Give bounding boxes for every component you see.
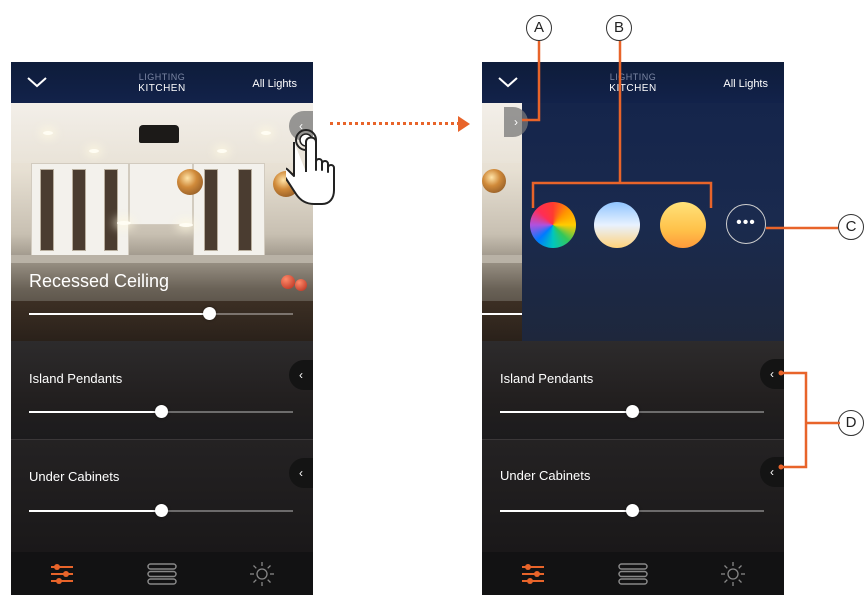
callout-D-leader [778, 370, 840, 470]
transition-arrow-head [458, 116, 470, 132]
slider-island-pendants[interactable] [29, 405, 293, 418]
zone-label-island-pendants: Island Pendants [500, 371, 594, 386]
tab-bar [11, 552, 313, 595]
callout-A: A [526, 15, 552, 41]
zone-label-island-pendants: Island Pendants [29, 371, 123, 386]
sliders-icon[interactable] [49, 561, 75, 587]
slider-handle[interactable] [626, 504, 639, 517]
callout-B-leader [531, 41, 713, 208]
slider-recessed-ceiling-peek[interactable] [482, 313, 522, 315]
downlight [217, 149, 227, 153]
slider-fill [29, 411, 161, 413]
under-cabinet-light [179, 223, 193, 227]
slider-fill [500, 411, 632, 413]
expand-zone-tab[interactable]: ‹ [289, 360, 313, 390]
zone-panel-under-cabinets: Under Cabinets [482, 440, 784, 552]
fruit [281, 275, 295, 289]
downlight [89, 149, 99, 153]
lower-cabinets [482, 301, 522, 341]
slider-handle[interactable] [155, 405, 168, 418]
all-lights-link[interactable]: All Lights [252, 78, 297, 90]
slider-fill [29, 510, 161, 512]
upper-cabinet [31, 163, 129, 257]
slider-handle[interactable] [155, 504, 168, 517]
slider-fill [482, 313, 522, 315]
expand-zone-tab[interactable]: ‹ [289, 458, 313, 488]
upper-cabinet [193, 163, 265, 257]
transition-arrow-line [330, 122, 460, 125]
callout-C-leader [766, 226, 838, 230]
callout-B: B [606, 15, 632, 41]
slider-fill [29, 313, 209, 315]
header-bar: LIGHTING KITCHEN All Lights [11, 62, 313, 103]
zone-label-recessed-ceiling: Recessed Ceiling [29, 271, 170, 291]
zone-panel-island-pendants: Island Pendants [482, 341, 784, 439]
sun-icon[interactable] [249, 561, 275, 587]
slider-under-cabinets[interactable] [29, 504, 293, 517]
lower-cabinets [11, 301, 313, 341]
tab-bar [482, 552, 784, 595]
under-cabinet-light [117, 221, 131, 225]
slider-under-cabinets[interactable] [500, 504, 764, 517]
downlight [43, 131, 53, 135]
slider-recessed-ceiling[interactable] [29, 307, 293, 320]
countertop [11, 255, 313, 263]
fruit [295, 279, 307, 291]
slider-island-pendants[interactable] [500, 405, 764, 418]
more-options-button[interactable]: ••• [726, 204, 766, 244]
ceiling-pendant-fixture [139, 125, 179, 143]
pendant-globe [482, 169, 506, 193]
room-photo-peek [482, 103, 522, 341]
callout-C: C [838, 214, 864, 240]
slider-fill [500, 510, 632, 512]
slider-handle[interactable] [202, 307, 216, 320]
downlight [261, 131, 271, 135]
zone-label-under-cabinets: Under Cabinets [29, 469, 120, 484]
room-photo: Recessed Ceiling [11, 103, 313, 341]
all-lights-link[interactable]: All Lights [723, 78, 768, 90]
zone-panel-island-pendants: Island Pendants [11, 341, 313, 439]
phone-screen-left: LIGHTING KITCHEN All Lights Recessed Cei… [11, 62, 313, 595]
sun-icon[interactable] [720, 561, 746, 587]
pendant-globe [177, 169, 203, 195]
slider-handle[interactable] [626, 405, 639, 418]
zone-panel-under-cabinets: Under Cabinets [11, 440, 313, 552]
list-icon[interactable] [147, 561, 177, 587]
zone-label-under-cabinets: Under Cabinets [500, 468, 591, 483]
countertop [482, 255, 522, 263]
tap-hand-icon [286, 129, 335, 205]
sliders-icon[interactable] [520, 561, 546, 587]
list-icon[interactable] [618, 561, 648, 587]
